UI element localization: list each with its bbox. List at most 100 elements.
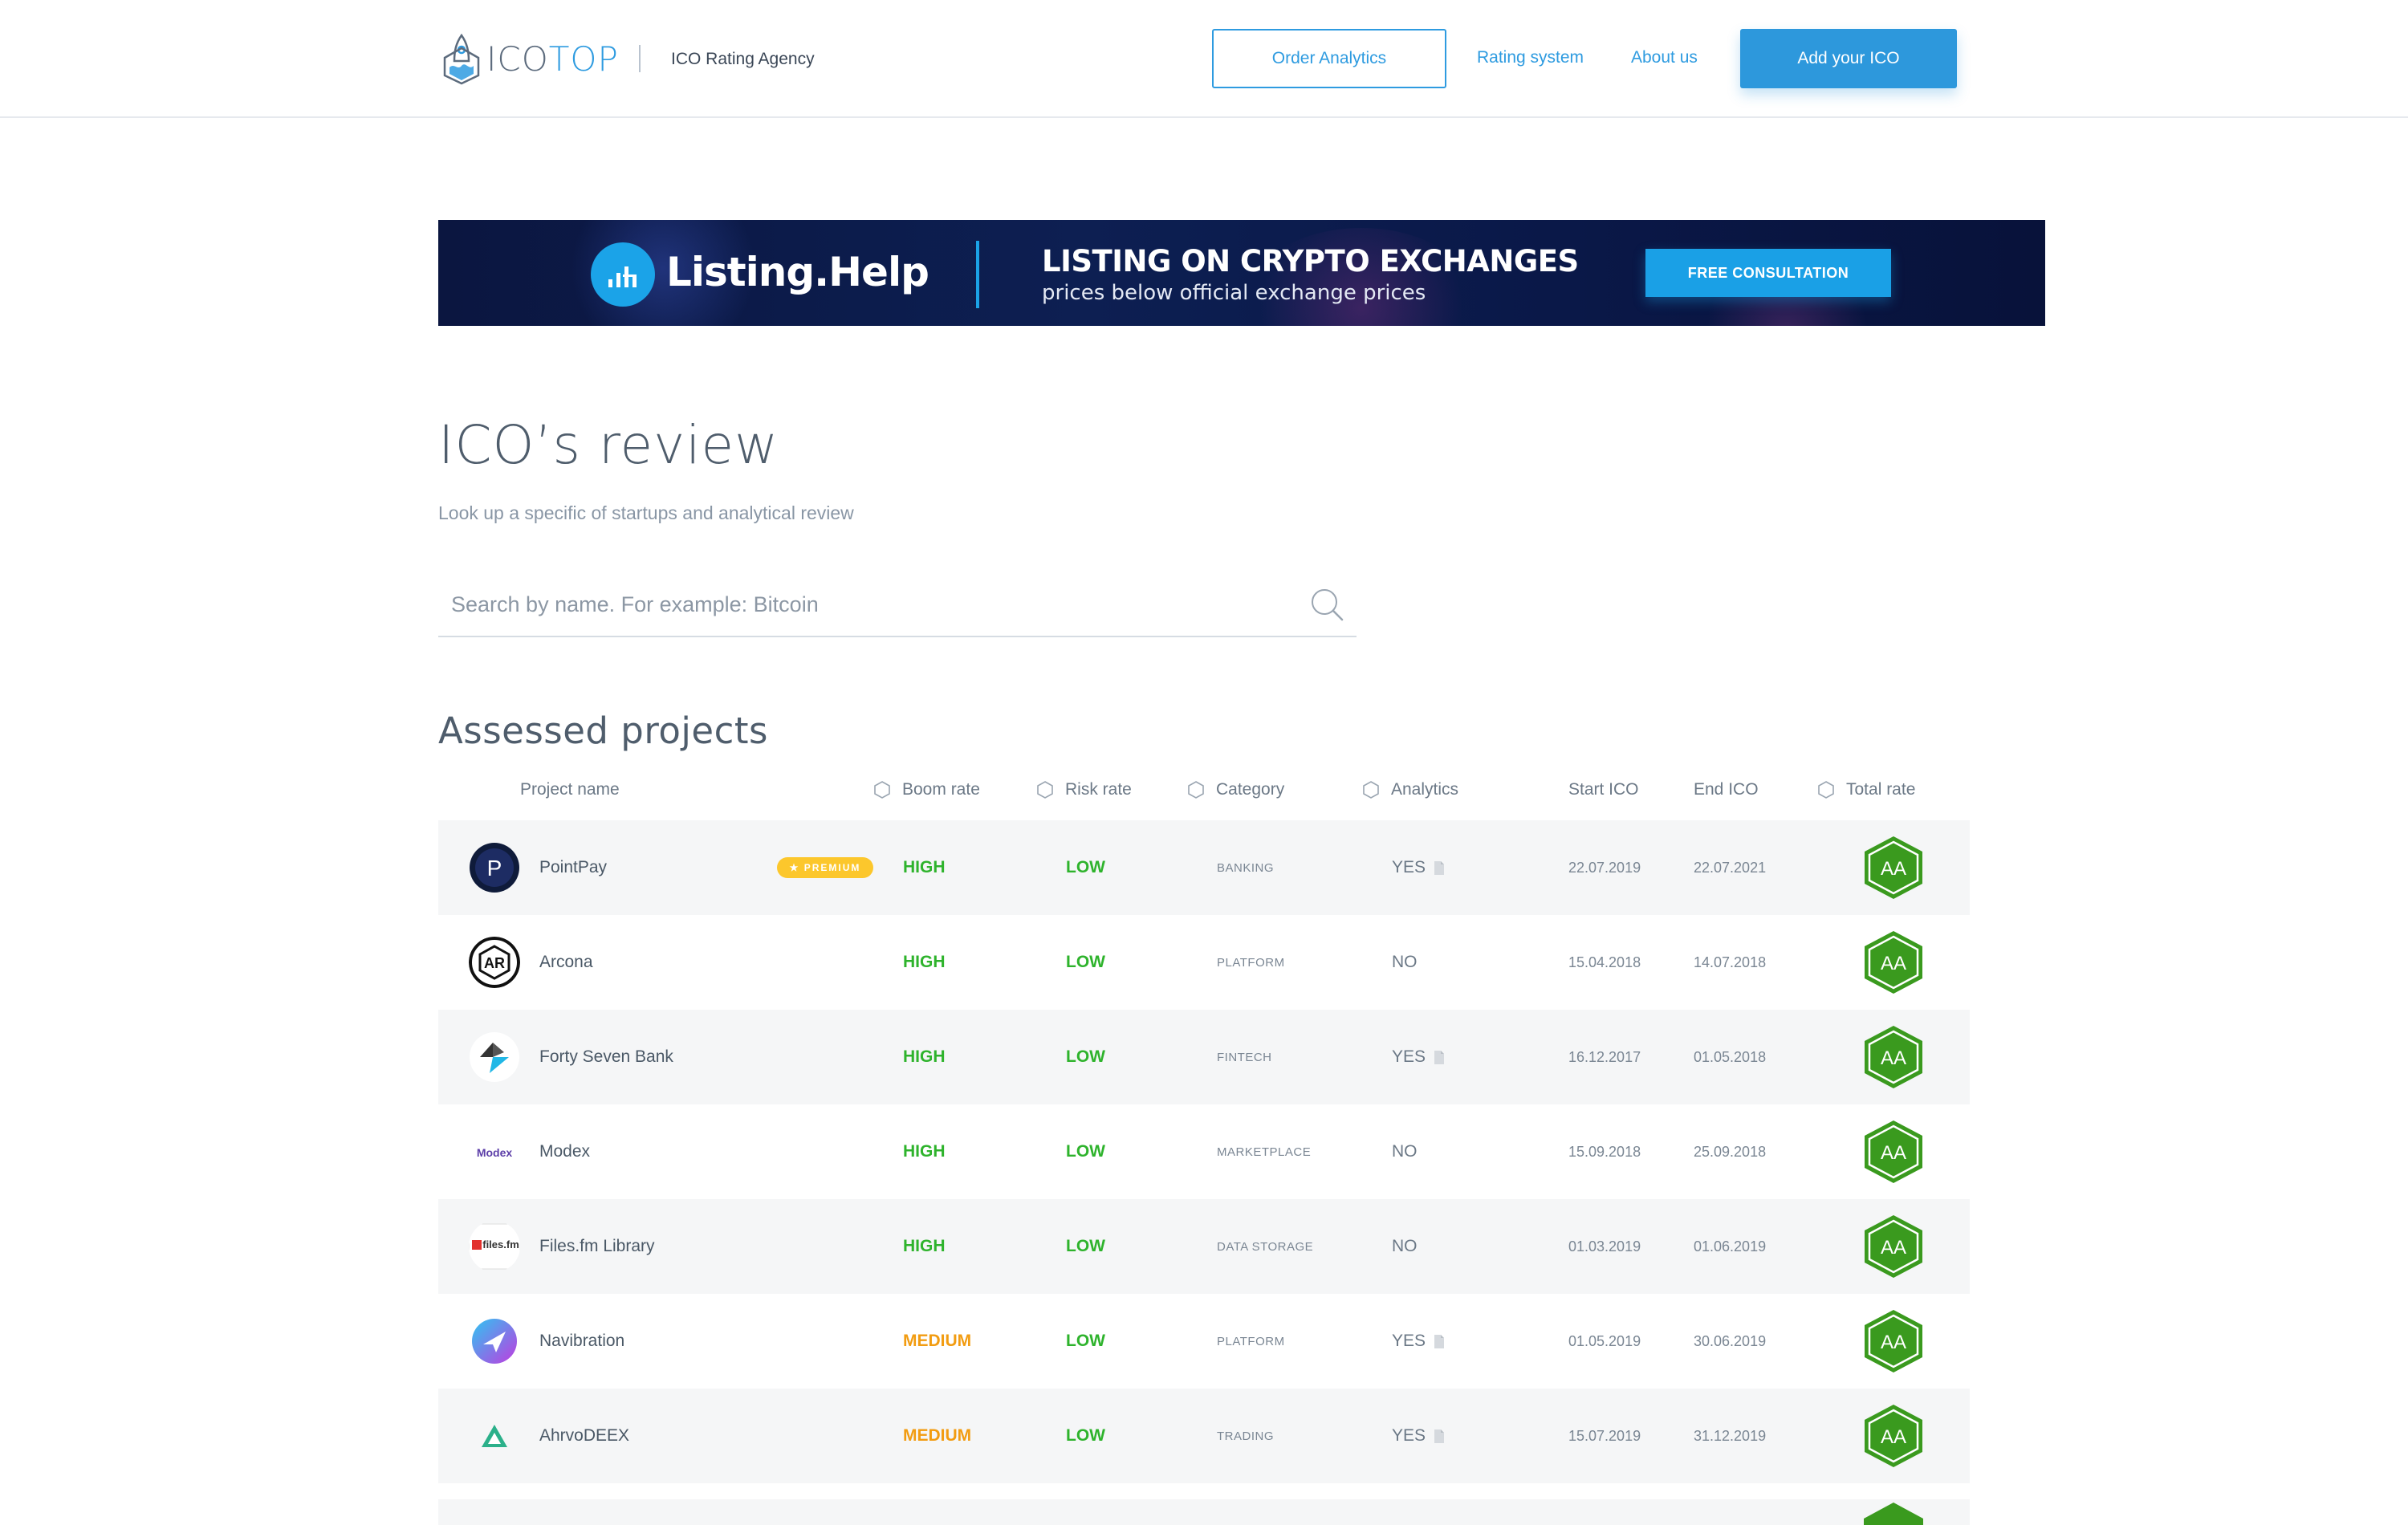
col-project-name[interactable]: Project name <box>520 780 620 799</box>
project-name-link[interactable]: Arcona <box>539 915 593 1010</box>
nav-rating-system[interactable]: Rating system <box>1477 48 1584 67</box>
risk-rate-value: LOW <box>1066 1142 1105 1161</box>
rating-hexagon-icon[interactable]: AA <box>1861 1308 1926 1374</box>
end-ico-date: 25.09.2018 <box>1694 1143 1767 1160</box>
order-analytics-button[interactable]: Order Analytics <box>1212 29 1446 88</box>
table-row[interactable]: P PointPay ★ PREMIUM HIGH LOW BANKING YES 22.07… <box>438 820 1970 915</box>
analytics-value: YES <box>1392 820 1445 915</box>
arcona-logo[interactable]: AR <box>469 937 520 988</box>
table-row-partial <box>438 1499 1970 1525</box>
rating-value: AA <box>1881 953 1906 974</box>
boom-rate-value: HIGH <box>903 1237 946 1255</box>
project-name-link[interactable]: AhrvoDEEX <box>539 1389 629 1483</box>
risk-rate-value: LOW <box>1066 1426 1105 1445</box>
rating-hexagon-icon[interactable]: AA <box>1861 1214 1926 1279</box>
logo-text-top: TOP <box>548 39 619 79</box>
svg-text:Modex: Modex <box>477 1146 513 1159</box>
icotop-logo[interactable]: ICOTOP <box>438 31 619 87</box>
document-icon[interactable] <box>1434 1429 1445 1444</box>
rating-hexagon-icon[interactable]: AA <box>1861 1024 1926 1090</box>
site-header: ICOTOP ICO Rating Agency Order Analytics… <box>0 0 2408 118</box>
rating-hexagon-icon[interactable]: AA <box>1861 835 1926 901</box>
col-analytics[interactable]: Analytics <box>1362 780 1458 799</box>
end-ico-date: 22.07.2021 <box>1694 859 1767 876</box>
table-row[interactable]: Modex Modex HIGH LOW MARKETPLACE NO 15.09.2018… <box>438 1104 1970 1199</box>
boom-rate-value: HIGH <box>903 1047 946 1066</box>
col-total-rate[interactable]: Total rate <box>1817 780 1915 799</box>
analytics-value: NO <box>1392 1237 1418 1255</box>
header-divider <box>639 45 641 72</box>
filesfm-logo[interactable]: files.fm <box>469 1221 520 1272</box>
svg-text:P: P <box>487 856 502 880</box>
category-value: MARKETPLACE <box>1217 1145 1312 1159</box>
analytics-value: YES <box>1392 1010 1445 1104</box>
risk-rate-value: LOW <box>1066 953 1105 971</box>
nav-about-us[interactable]: About us <box>1631 48 1698 67</box>
rating-value: AA <box>1881 858 1906 880</box>
rating-hexagon-icon[interactable]: AA <box>1861 1119 1926 1185</box>
rating-value: AA <box>1881 1237 1906 1259</box>
col-category[interactable]: Category <box>1187 780 1284 799</box>
table-row[interactable]: AhrvoDEEX MEDIUM LOW TRADING YES 15.07.2019 31… <box>438 1389 1970 1483</box>
table-row[interactable]: Forty Seven Bank HIGH LOW FINTECH YES 16.12.2… <box>438 1010 1970 1104</box>
document-icon[interactable] <box>1434 1050 1445 1065</box>
search-input[interactable] <box>451 584 1286 624</box>
navibration-logo[interactable] <box>469 1316 520 1367</box>
start-ico-date: 15.07.2019 <box>1568 1427 1641 1444</box>
rating-hexagon-icon[interactable]: AA <box>1861 929 1926 995</box>
modex-logo[interactable]: Modex <box>469 1126 520 1177</box>
rocket-logo-icon <box>443 33 480 85</box>
category-value: BANKING <box>1217 860 1275 875</box>
col-boom-rate[interactable]: Boom rate <box>873 780 980 799</box>
listing-help-logo-icon <box>591 242 655 307</box>
banner-brand: Listing.Help <box>666 249 929 295</box>
free-consultation-button[interactable]: FREE CONSULTATION <box>1645 249 1891 297</box>
end-ico-date: 01.05.2018 <box>1694 1048 1767 1065</box>
search-bar <box>438 571 1357 637</box>
end-ico-date: 30.06.2019 <box>1694 1332 1767 1349</box>
rating-value: AA <box>1881 1047 1906 1069</box>
assessed-projects-title: Assessed projects <box>438 710 768 752</box>
page-title: ICO’s review <box>438 414 779 476</box>
rating-value: AA <box>1881 1426 1906 1448</box>
pointpay-logo[interactable]: P <box>469 842 520 893</box>
category-value: TRADING <box>1217 1429 1274 1443</box>
project-name-link[interactable]: Files.fm Library <box>539 1199 655 1294</box>
end-ico-date: 31.12.2019 <box>1694 1427 1767 1444</box>
col-start-ico[interactable]: Start ICO <box>1568 780 1639 799</box>
category-value: PLATFORM <box>1217 1334 1285 1348</box>
end-ico-date: 01.06.2019 <box>1694 1238 1767 1255</box>
project-name-link[interactable]: Modex <box>539 1104 590 1199</box>
document-icon[interactable] <box>1434 1334 1445 1349</box>
ahrvodeex-logo[interactable] <box>469 1410 520 1462</box>
svg-text:AR: AR <box>484 955 505 971</box>
rating-hexagon-icon[interactable]: AA <box>1861 1403 1926 1469</box>
header-tagline: ICO Rating Agency <box>671 50 815 68</box>
svg-text:files.fm: files.fm <box>482 1238 519 1250</box>
boom-rate-value: MEDIUM <box>903 1332 972 1350</box>
table-row[interactable]: AR Arcona HIGH LOW PLATFORM NO 15.04.2018 14.07… <box>438 915 1970 1010</box>
project-name-link[interactable]: Forty Seven Bank <box>539 1010 673 1104</box>
project-name-link[interactable]: Navibration <box>539 1294 624 1389</box>
hexagon-info-icon <box>1037 781 1053 799</box>
add-ico-button[interactable]: Add your ICO <box>1740 29 1957 88</box>
analytics-value: NO <box>1392 1142 1418 1161</box>
table-row[interactable]: files.fm Files.fm Library HIGH LOW DATA STOR… <box>438 1199 1970 1294</box>
project-name-link[interactable]: PointPay <box>539 820 607 915</box>
premium-badge: ★ PREMIUM <box>777 857 873 878</box>
document-icon[interactable] <box>1434 860 1445 876</box>
listing-help-banner[interactable]: Listing.Help LISTING ON CRYPTO EXCHANGES… <box>438 220 2045 326</box>
hexagon-info-icon <box>1818 781 1834 799</box>
rating-value: AA <box>1881 1332 1906 1353</box>
end-ico-date: 14.07.2018 <box>1694 954 1767 970</box>
page-subtitle: Look up a specific of startups and analy… <box>438 502 854 523</box>
table-row[interactable]: Navibration MEDIUM LOW PLATFORM YES 01.05.201… <box>438 1294 1970 1389</box>
forty-seven-bank-logo[interactable] <box>469 1031 520 1083</box>
category-value: DATA STORAGE <box>1217 1239 1314 1254</box>
risk-rate-value: LOW <box>1066 858 1105 876</box>
category-value: PLATFORM <box>1217 955 1285 970</box>
col-risk-rate[interactable]: Risk rate <box>1036 780 1132 799</box>
search-icon[interactable] <box>1308 586 1345 623</box>
col-end-ico[interactable]: End ICO <box>1694 780 1759 799</box>
risk-rate-value: LOW <box>1066 1047 1105 1066</box>
